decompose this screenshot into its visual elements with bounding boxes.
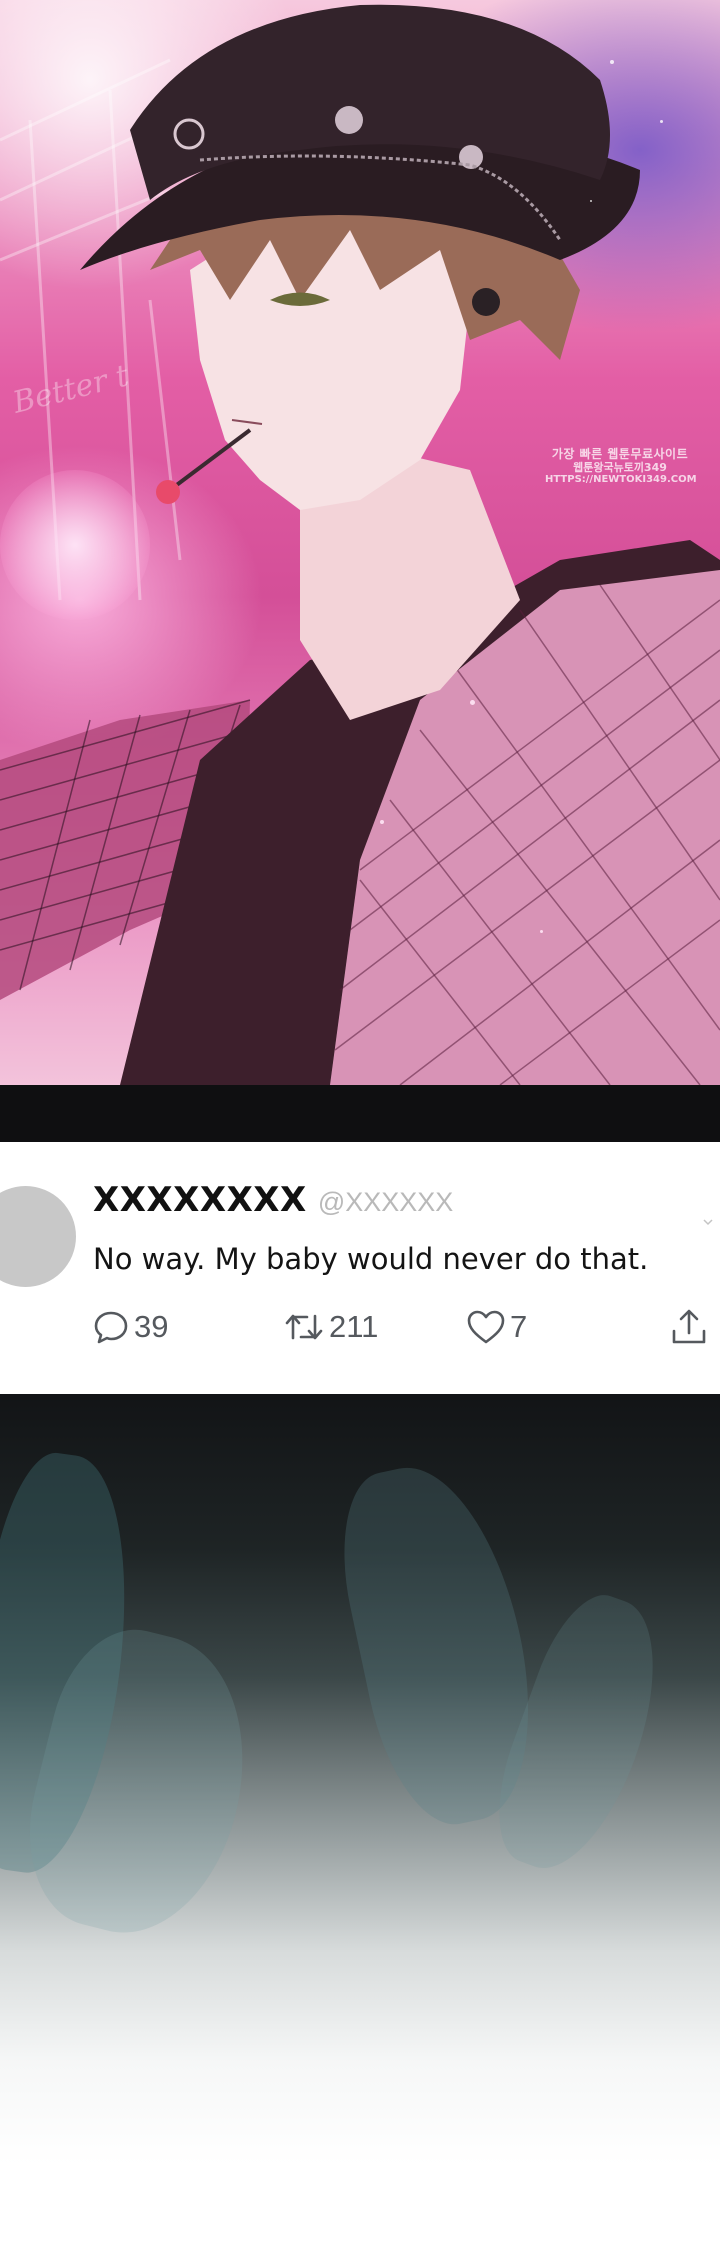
comic-panel-fade <box>0 1394 720 2251</box>
tweet-header: XXXXXXXX @XXXXXX <box>93 1180 453 1220</box>
panel-divider <box>0 1085 720 1142</box>
sparkle-decoration <box>590 200 592 202</box>
retweet-arrows-icon <box>285 1314 323 1340</box>
watermark: 가장 빠른 웹툰무료사이트 웹툰왕국뉴토끼349 HTTPS://NEWTOKI… <box>545 447 697 486</box>
tweet-card: XXXXXXXX @XXXXXX No way. My baby would n… <box>0 1142 720 1394</box>
share-button[interactable] <box>669 1305 709 1349</box>
retweet-count: 211 <box>329 1309 379 1344</box>
speech-bubble-icon <box>94 1311 128 1344</box>
share-upload-icon <box>672 1309 706 1344</box>
tweet-text: No way. My baby would never do that. <box>93 1242 649 1276</box>
like-button[interactable]: 7 <box>466 1305 527 1349</box>
chevron-down-icon[interactable] <box>703 1217 713 1227</box>
retweet-button[interactable]: 211 <box>283 1305 378 1349</box>
bokeh-light <box>0 470 150 620</box>
display-name[interactable]: XXXXXXXX <box>93 1180 307 1220</box>
like-count: 7 <box>510 1309 528 1344</box>
sparkle-decoration <box>540 930 543 933</box>
reply-count: 39 <box>134 1309 169 1344</box>
watermark-line: 가장 빠른 웹툰무료사이트 <box>551 447 689 461</box>
sparkle-decoration <box>610 60 614 64</box>
comic-panel-illustration: Better t 가장 빠른 웹툰무료사이트 웹툰왕국뉴토끼349 HTTPS:… <box>0 0 720 1085</box>
sparkle-decoration <box>660 120 663 123</box>
user-handle[interactable]: @XXXXXX <box>318 1187 453 1217</box>
avatar[interactable] <box>0 1186 76 1287</box>
heart-icon <box>467 1310 505 1344</box>
watermark-line: 웹툰왕국뉴토끼349 <box>573 460 667 474</box>
reply-button[interactable]: 39 <box>92 1305 168 1349</box>
sparkle-decoration <box>470 700 475 705</box>
sparkle-decoration <box>380 820 384 824</box>
watermark-url: HTTPS://NEWTOKI349.COM <box>545 474 697 486</box>
